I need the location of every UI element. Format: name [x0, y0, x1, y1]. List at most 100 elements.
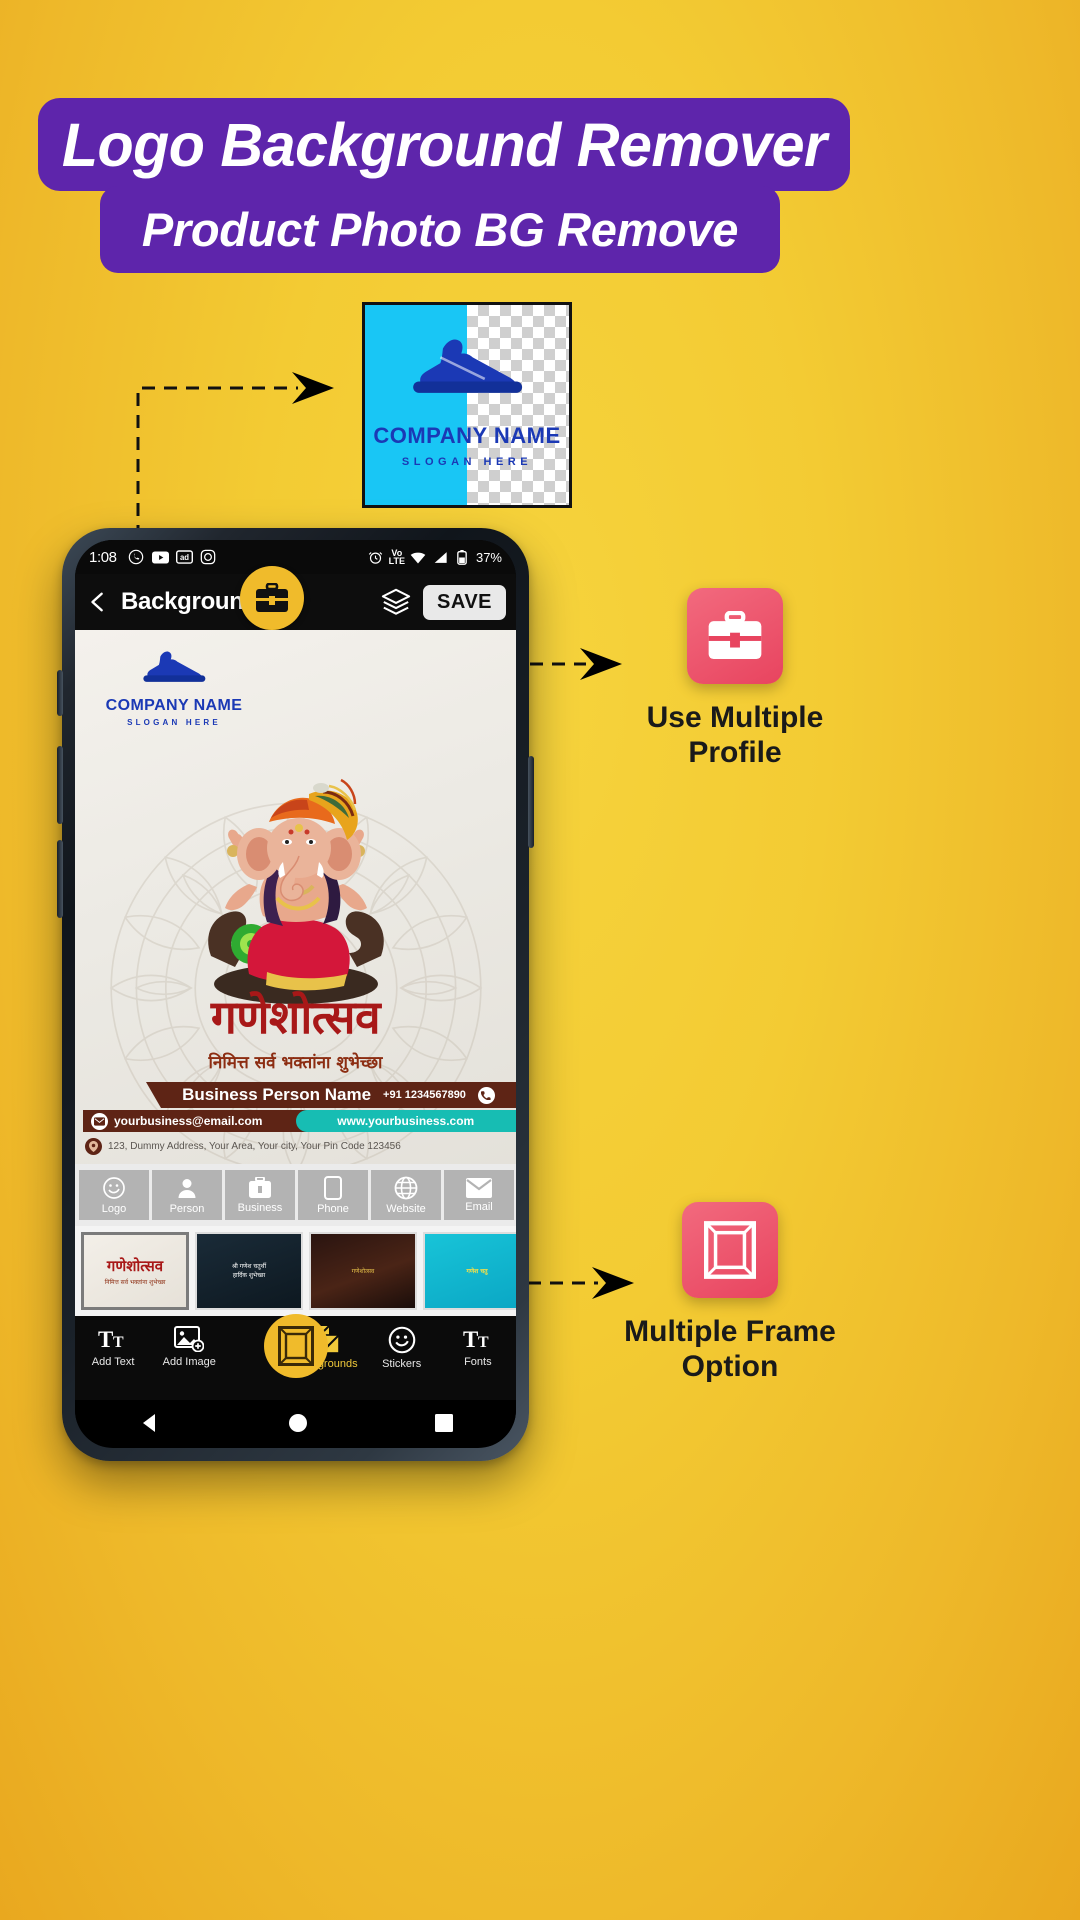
- envelope-icon: [91, 1112, 108, 1130]
- background-thumbnail[interactable]: गणेशोत्सव: [309, 1232, 417, 1310]
- callout-line1: Multiple Frame: [624, 1315, 836, 1348]
- callout-line2: Option: [681, 1350, 779, 1384]
- element-tool-logo[interactable]: Logo: [79, 1170, 149, 1220]
- bottom-navigation[interactable]: T T Add Text Add Image Backgrounds Stick…: [75, 1314, 516, 1400]
- element-tool-website[interactable]: Website: [371, 1170, 441, 1220]
- profile-briefcase-button[interactable]: [239, 566, 304, 630]
- poster-logo[interactable]: COMPANY NAME SLOGAN HERE: [89, 644, 259, 727]
- thumbnail-subtitle: हार्दिक शुभेच्छा: [232, 1272, 266, 1279]
- map-pin-icon: [85, 1137, 102, 1155]
- element-tool-label: Business: [237, 1201, 283, 1214]
- frame-icon: [704, 1221, 756, 1279]
- background-thumbnail[interactable]: गणेशोत्सव निमित्त सर्व भक्तांना शुभेच्छा: [81, 1232, 189, 1310]
- poster-person-name: Business Person Name: [182, 1085, 372, 1104]
- callout-use-multiple-profile: Use Multiple Profile: [600, 588, 870, 771]
- layers-icon[interactable]: [381, 587, 411, 617]
- status-time: 1:08: [89, 548, 117, 566]
- nav-frame-button[interactable]: [263, 1314, 328, 1378]
- battery-percent: 37%: [475, 549, 502, 565]
- volte-icon: Vo LTE: [388, 548, 405, 566]
- banner-subtitle-band: Product Photo BG Remove: [100, 186, 780, 273]
- text-icon: T T: [98, 1327, 124, 1352]
- nav-stickers[interactable]: Stickers: [367, 1326, 437, 1370]
- phone-power-button: [528, 756, 534, 848]
- element-tool-business[interactable]: Business: [225, 1170, 295, 1220]
- home-circle-icon[interactable]: [288, 1413, 308, 1433]
- person-icon: [178, 1178, 196, 1198]
- logo-card-slogan: SLOGAN HERE: [401, 456, 533, 468]
- thumbnail-title: गणेशोत्सव: [106, 1257, 164, 1275]
- phone-mockup: 1:08 ad Vo LTE 37% Backgrounds SAVE COMP…: [57, 528, 534, 1461]
- thumbnail-title: श्री गणेश चतुर्थी: [231, 1263, 267, 1270]
- element-tool-label: Email: [465, 1200, 493, 1213]
- callout-frame-icon-box: [682, 1202, 778, 1298]
- poster-phone: +91 1234567890: [383, 1089, 466, 1101]
- poster-company-name: COMPANY NAME: [105, 697, 243, 714]
- wifi-icon: [410, 549, 427, 566]
- nav-fonts[interactable]: T T Fonts: [443, 1326, 513, 1368]
- svg-text:ad: ad: [180, 553, 189, 562]
- smiley-logo-icon: [103, 1176, 125, 1199]
- logo-card-company-name: COMPANY NAME: [373, 423, 561, 448]
- element-tool-label: Person: [169, 1202, 205, 1215]
- ganesh-idol-image[interactable]: [171, 756, 421, 1006]
- thumbnail-title: गणेशोत्सव: [351, 1267, 375, 1275]
- globe-icon: [394, 1176, 418, 1199]
- callout-line1: Use Multiple: [646, 701, 824, 734]
- signal-icon: [432, 549, 449, 566]
- nav-add-image[interactable]: Add Image: [154, 1326, 224, 1368]
- save-button[interactable]: SAVE: [423, 584, 506, 620]
- background-thumbnail[interactable]: गणेश चतु: [423, 1232, 516, 1310]
- shoe-icon: [413, 339, 523, 393]
- status-bar: 1:08 ad Vo LTE 37%: [75, 540, 516, 574]
- background-thumbnail-list[interactable]: गणेशोत्सव निमित्त सर्व भक्तांना शुभेच्छा…: [75, 1226, 516, 1316]
- frame-icon: [277, 1326, 314, 1366]
- poster-address: 123, Dummy Address, Your Area, Your city…: [108, 1140, 401, 1152]
- element-tool-phone[interactable]: Phone: [298, 1170, 368, 1220]
- fonts-icon: T T: [463, 1327, 489, 1352]
- ad-icon: ad: [175, 549, 193, 566]
- poster-email: yourbusiness@email.com: [114, 1114, 263, 1128]
- svg-text:T: T: [478, 1334, 489, 1351]
- recents-square-icon[interactable]: [434, 1414, 453, 1432]
- nav-label: Add Text: [91, 1356, 135, 1368]
- battery-icon: [454, 549, 471, 566]
- phone-button-2: [57, 746, 63, 824]
- poster-subtitle[interactable]: निमित्त सर्व भक्तांना शुभेच्छा: [75, 1050, 516, 1073]
- nav-label: Add Image: [162, 1356, 216, 1368]
- callout-line2: Profile: [688, 736, 782, 770]
- whatsapp-icon: [128, 549, 145, 566]
- element-tool-email[interactable]: Email: [444, 1170, 514, 1220]
- thumbnail-title: गणेश चतु: [466, 1267, 488, 1275]
- android-system-nav[interactable]: [75, 1400, 516, 1446]
- poster-title[interactable]: गणेशोत्सव: [75, 994, 516, 1040]
- briefcase-icon: [249, 1176, 271, 1198]
- briefcase-icon: [255, 583, 288, 612]
- back-triangle-icon[interactable]: [139, 1412, 161, 1434]
- phone-call-icon: [477, 1086, 495, 1104]
- logo-preview-card: COMPANY NAME SLOGAN HERE: [362, 302, 572, 508]
- banner-title: Logo Background Remover: [61, 110, 827, 179]
- poster-name-bar[interactable]: Business Person Name +91 1234567890: [146, 1082, 516, 1108]
- image-add-icon: [174, 1326, 205, 1352]
- poster-website-bar[interactable]: www.yourbusiness.com: [295, 1110, 516, 1132]
- poster-canvas[interactable]: COMPANY NAME SLOGAN HERE गणेशोत्सव निमित…: [75, 630, 516, 1164]
- shoe-icon: [143, 651, 206, 682]
- back-chevron-icon[interactable]: [87, 591, 109, 613]
- nav-label: Stickers: [382, 1358, 422, 1370]
- nav-label: Fonts: [464, 1356, 492, 1368]
- element-tool-person[interactable]: Person: [152, 1170, 222, 1220]
- envelope-icon: [466, 1177, 492, 1198]
- background-thumbnail[interactable]: श्री गणेश चतुर्थी हार्दिक शुभेच्छा: [195, 1232, 303, 1310]
- element-tool-label: Phone: [317, 1202, 349, 1215]
- phone-screen: 1:08 ad Vo LTE 37% Backgrounds SAVE COMP…: [75, 540, 516, 1448]
- poster-address-bar[interactable]: 123, Dummy Address, Your Area, Your city…: [85, 1136, 516, 1156]
- instagram-icon: [200, 549, 217, 566]
- svg-text:T: T: [463, 1327, 478, 1352]
- mobile-icon: [324, 1175, 342, 1200]
- banner-title-band: Logo Background Remover: [38, 98, 850, 191]
- element-tool-label: Website: [386, 1202, 426, 1215]
- nav-add-text[interactable]: T T Add Text: [78, 1326, 148, 1368]
- thumbnail-subtitle: निमित्त सर्व भक्तांना शुभेच्छा: [104, 1279, 166, 1286]
- element-tools-bar[interactable]: Logo Person Business Phone Website Email: [75, 1164, 516, 1226]
